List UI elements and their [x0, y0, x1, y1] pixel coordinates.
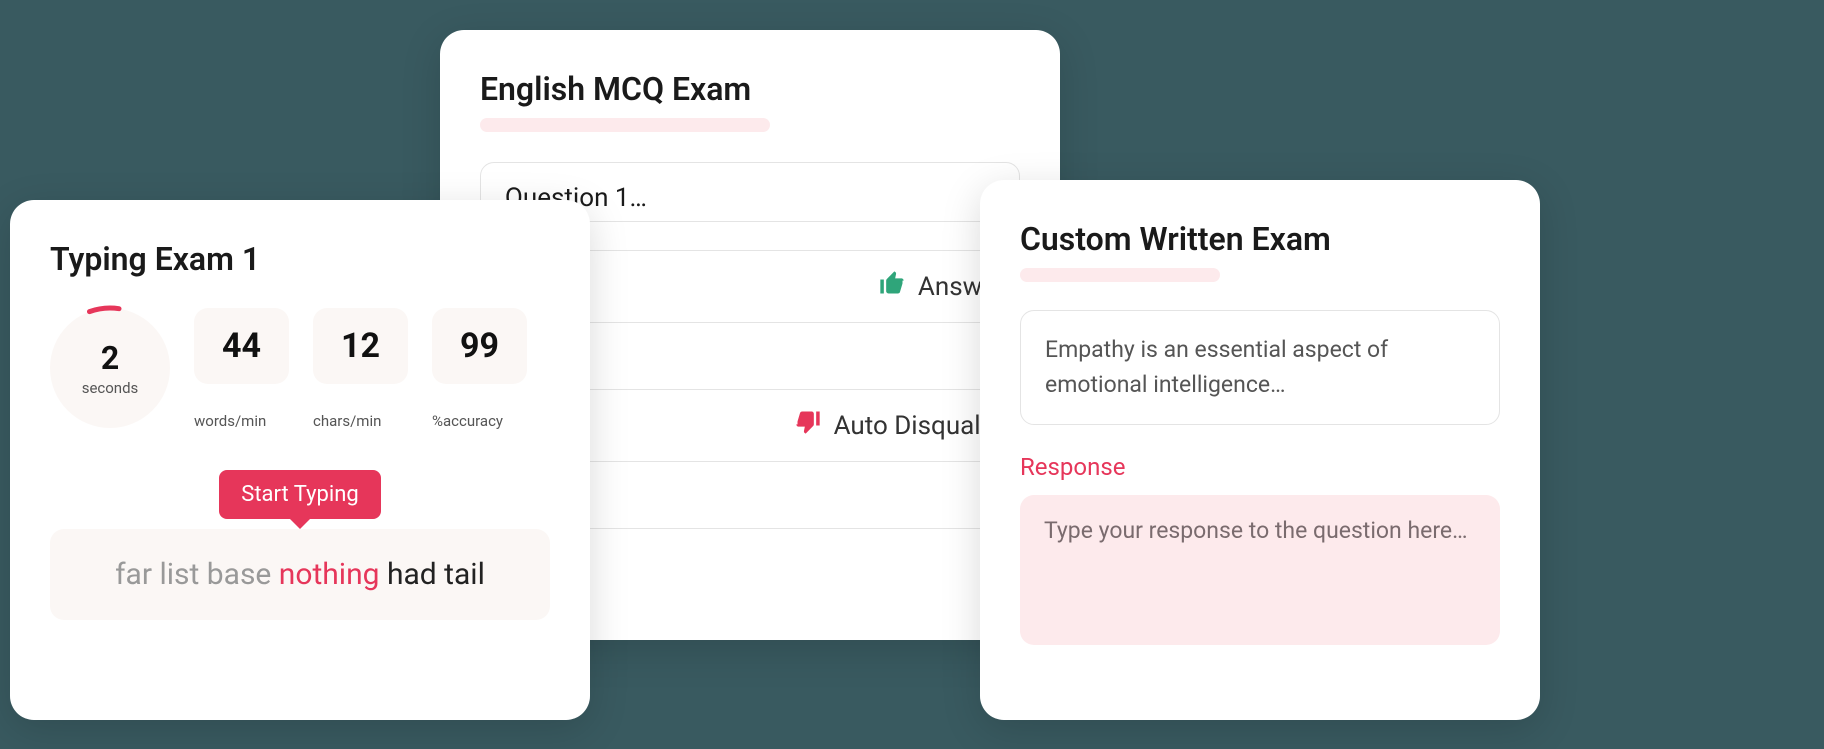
stat-label: %accuracy [432, 412, 527, 430]
written-exam-card: Custom Written Exam Empathy is an essent… [980, 180, 1540, 720]
stat-wpm: 44 words/min [194, 308, 289, 430]
stat-label: words/min [194, 412, 289, 430]
mcq-progress-bar [480, 118, 770, 132]
start-typing-tooltip: Start Typing [219, 470, 380, 519]
thumbs-up-icon [878, 269, 906, 304]
untyped-text: had tail [380, 557, 485, 592]
typing-input-area[interactable]: far list base nothing had tail [50, 529, 550, 620]
typing-title: Typing Exam 1 [50, 240, 550, 278]
typing-exam-card: Typing Exam 1 2 seconds 44 words/min 12 … [10, 200, 590, 720]
answer-status: Auto Disqualif [794, 408, 996, 443]
stat-value: 12 [325, 326, 396, 366]
timer-circle: 2 seconds [50, 308, 170, 428]
typed-text: far list base [115, 557, 279, 592]
stat-label: chars/min [313, 412, 408, 430]
timer-arc-icon [46, 304, 174, 432]
typing-stats-row: 2 seconds 44 words/min 12 chars/min 99 %… [50, 308, 550, 430]
response-label: Response [1020, 453, 1500, 481]
written-title: Custom Written Exam [1020, 220, 1500, 258]
mcq-title: English MCQ Exam [480, 70, 1020, 108]
stat-cpm: 12 chars/min [313, 308, 408, 430]
stat-value: 44 [206, 326, 277, 366]
response-textarea[interactable]: Type your response to the question here… [1020, 495, 1500, 645]
status-label: Auto Disqualif [834, 411, 996, 441]
written-prompt: Empathy is an essential aspect of emotio… [1020, 310, 1500, 425]
written-progress-bar [1020, 268, 1220, 282]
stat-accuracy: 99 %accuracy [432, 308, 527, 430]
current-word: nothing [279, 557, 380, 592]
thumbs-down-icon [794, 408, 822, 443]
tooltip-wrap: Start Typing [50, 470, 550, 519]
answer-status: Answe [878, 269, 996, 304]
stat-value: 99 [444, 326, 515, 366]
